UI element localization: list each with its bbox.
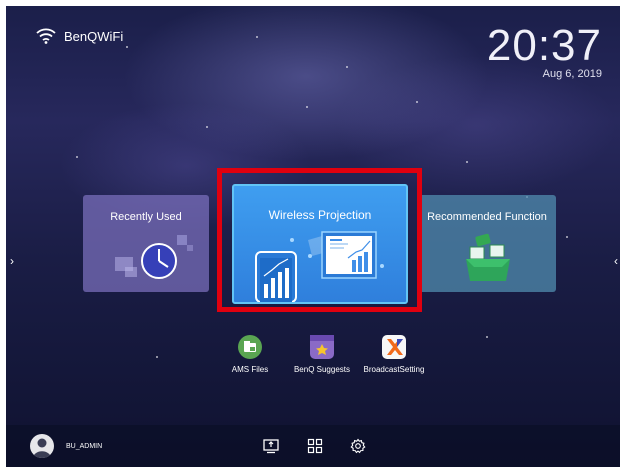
star-dot	[306, 106, 308, 108]
app-label: BroadcastSetting	[363, 365, 425, 374]
broadcast-x-icon	[382, 335, 406, 359]
star-dot	[486, 336, 488, 338]
folder-icon	[238, 335, 262, 359]
star-dot	[76, 156, 78, 158]
star-dot	[346, 66, 348, 68]
recommended-function-card[interactable]: Recommended Function	[418, 195, 556, 292]
app-benq-suggests[interactable]: BenQ Suggests	[282, 335, 362, 374]
scroll-left-arrow-icon[interactable]: ›	[10, 254, 14, 268]
clock-widget: 20:37 Aug 6, 2019	[486, 21, 602, 81]
star-dot	[566, 236, 568, 238]
scroll-right-arrow-icon[interactable]: ‹	[614, 254, 618, 268]
app-label: BenQ Suggests	[293, 365, 351, 374]
user-avatar-icon	[30, 434, 54, 458]
clock-time: 20:37	[486, 21, 602, 70]
settings-gear-icon[interactable]	[350, 438, 366, 459]
wifi-status[interactable]: BenQWiFi	[36, 28, 123, 44]
input-source-icon[interactable]	[263, 438, 279, 459]
wifi-icon	[36, 28, 56, 44]
app-ams-files[interactable]: AMS Files	[210, 335, 290, 374]
user-name: BU_ADMIN	[66, 442, 103, 450]
app-label: AMS Files	[231, 365, 269, 374]
app-broadcast-setting[interactable]: BroadcastSetting	[354, 335, 434, 374]
recently-used-card[interactable]: Recently Used	[83, 195, 209, 292]
card-title: Recommended Function	[427, 211, 547, 223]
star-bag-icon	[310, 335, 334, 359]
home-screen: BenQWiFi 20:37 Aug 6, 2019 › ‹ Recently …	[6, 6, 620, 467]
bottom-bar: BU_ADMIN	[6, 425, 620, 467]
star-dot	[156, 356, 158, 358]
star-dot	[466, 161, 468, 163]
star-dot	[126, 46, 128, 48]
gift-box-icon	[466, 233, 510, 281]
star-dot	[256, 36, 258, 38]
wifi-name: BenQWiFi	[64, 28, 124, 44]
card-title: Recently Used	[110, 211, 182, 223]
focus-highlight-frame	[217, 168, 422, 312]
apps-grid-icon[interactable]	[307, 438, 323, 459]
user-account[interactable]: BU_ADMIN	[30, 434, 102, 458]
star-dot	[206, 126, 208, 128]
star-dot	[416, 101, 418, 103]
clock-icon	[115, 235, 193, 279]
